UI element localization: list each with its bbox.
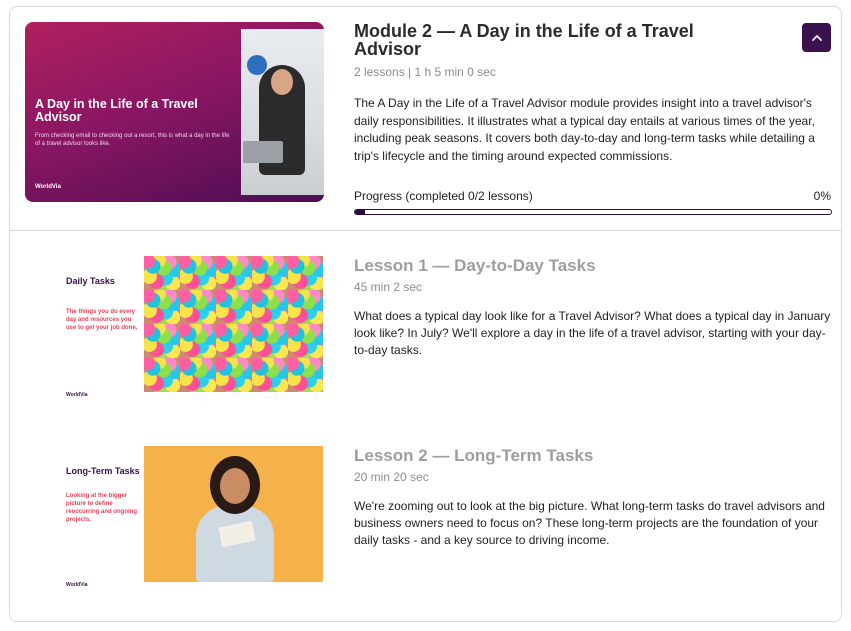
lesson-thumbnail[interactable]: Long-Term Tasks Looking at the bigger pi… xyxy=(58,446,323,592)
lesson-thumbnail-title: Daily Tasks xyxy=(66,276,115,286)
progress-percent: 0% xyxy=(813,189,831,203)
lesson-thumbnail-brand: WorldVia xyxy=(66,392,88,398)
laptop-shape xyxy=(243,141,283,163)
lesson-description: What does a typical day look like for a … xyxy=(354,309,831,357)
lesson-thumbnail-subtitle: The things you do every day and resource… xyxy=(66,309,138,331)
module-thumbnail-subtitle: From checking email to checking out a re… xyxy=(35,133,230,147)
lesson-thumbnail-subtitle: Looking at the bigger picture to define … xyxy=(66,493,138,523)
lesson-thumbnail-title: Long-Term Tasks xyxy=(66,466,140,476)
module-title: Module 2 — A Day in the Life of a Travel… xyxy=(354,21,694,59)
progress-label: Progress (completed 0/2 lessons) xyxy=(354,189,533,203)
lesson-duration: 45 min 2 sec xyxy=(354,280,423,294)
module-thumbnail[interactable]: A Day in the Life of a Travel Advisor Fr… xyxy=(25,22,324,202)
lesson-item[interactable]: Daily Tasks The things you do every day … xyxy=(10,256,841,416)
module-description: The A Day in the Life of a Travel Adviso… xyxy=(354,96,815,163)
progress-bar xyxy=(354,209,832,215)
module-card: A Day in the Life of a Travel Advisor Fr… xyxy=(9,6,842,622)
chevron-up-icon xyxy=(811,34,822,41)
lesson-title[interactable]: Lesson 1 — Day-to-Day Tasks xyxy=(354,256,596,276)
module-thumbnail-photo xyxy=(241,29,324,195)
sticky-notes-image xyxy=(144,256,323,392)
lesson-title[interactable]: Lesson 2 — Long-Term Tasks xyxy=(354,446,593,466)
lesson-duration: 20 min 20 sec xyxy=(354,470,429,484)
face-shape xyxy=(271,69,293,95)
module-header: A Day in the Life of a Travel Advisor Fr… xyxy=(10,7,841,231)
lesson-thumbnail-brand: WorldVia xyxy=(66,582,88,588)
face-shape xyxy=(220,468,250,504)
progress-bar-fill xyxy=(355,210,365,214)
module-thumbnail-brand: WorldVia xyxy=(35,184,61,190)
lesson-description: We're zooming out to look at the big pic… xyxy=(354,499,825,547)
lesson-thumbnail[interactable]: Daily Tasks The things you do every day … xyxy=(58,256,323,402)
lesson-item[interactable]: Long-Term Tasks Looking at the bigger pi… xyxy=(10,446,841,606)
collapse-button[interactable] xyxy=(802,23,831,52)
module-thumbnail-title: A Day in the Life of a Travel Advisor xyxy=(35,97,198,124)
woman-writing-image xyxy=(144,446,323,582)
module-meta: 2 lessons | 1 h 5 min 0 sec xyxy=(354,65,496,79)
